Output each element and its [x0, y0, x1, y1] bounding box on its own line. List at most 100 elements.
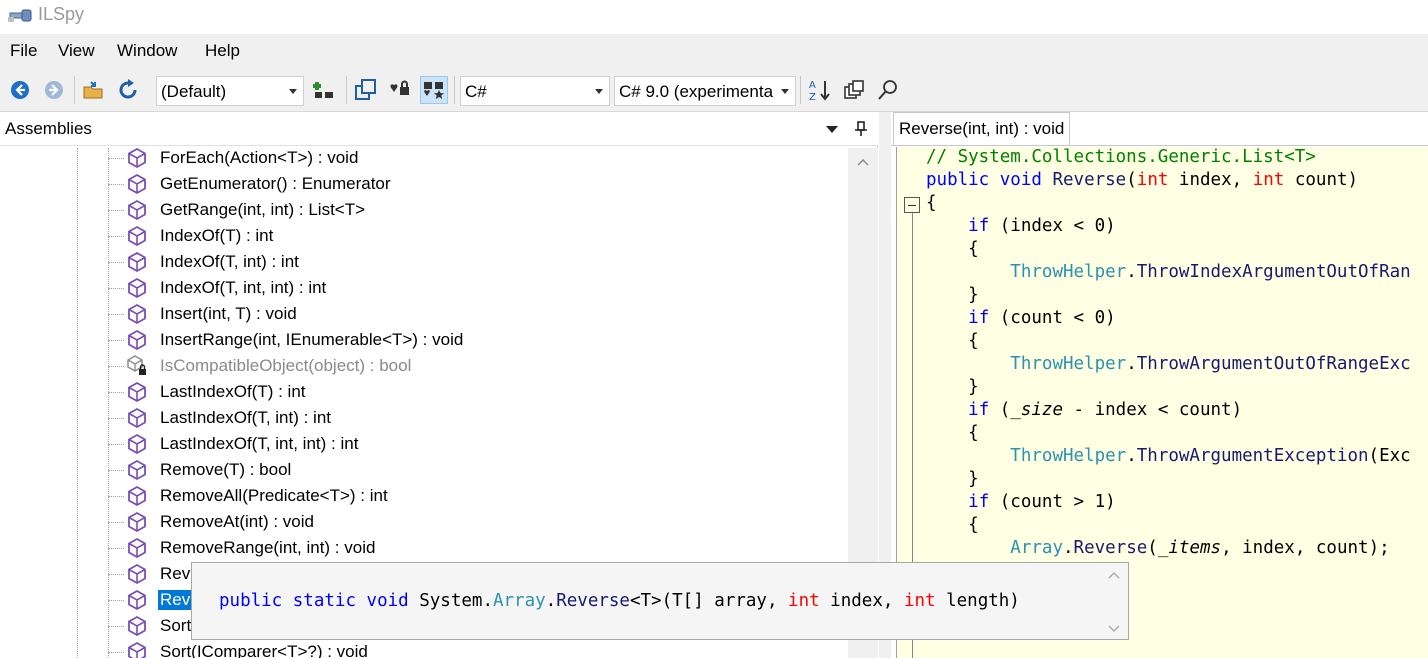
open-button[interactable]	[80, 76, 108, 104]
chevron-down-icon	[289, 89, 297, 94]
code-line: }	[926, 285, 979, 305]
language-version-select[interactable]: C# 9.0 (experimenta	[614, 76, 796, 106]
menu-help[interactable]: Help	[205, 41, 240, 61]
tree-item[interactable]: RemoveAt(int) : void	[0, 509, 848, 535]
search-icon	[878, 80, 897, 100]
assembly-list-value: (Default)	[161, 82, 227, 101]
tree-connector	[108, 314, 124, 315]
tree-item[interactable]: LastIndexOf(T, int, int) : int	[0, 431, 848, 457]
toolbar-separator	[74, 76, 75, 104]
tree-item-label: LastIndexOf(T, int, int) : int	[160, 434, 359, 453]
fold-toggle-icon[interactable]	[904, 197, 920, 213]
tree-item-label: RemoveRange(int, int) : void	[160, 538, 376, 557]
tree-item[interactable]: IndexOf(T, int) : int	[0, 249, 848, 275]
scroll-up-chevron-icon[interactable]	[857, 158, 869, 166]
code-line: // System.Collections.Generic.List<T>	[926, 147, 1316, 167]
code-line: ThrowHelper.ThrowIndexArgumentOutOfRan	[1010, 262, 1411, 282]
tree-item[interactable]: GetEnumerator() : Enumerator	[0, 171, 848, 197]
show-internal-api-button[interactable]	[386, 76, 414, 104]
tree-item[interactable]: IsCompatibleObject(object) : bool	[0, 353, 848, 379]
reload-button[interactable]	[114, 76, 142, 104]
ilspy-logo-icon	[8, 9, 32, 22]
method-icon	[126, 615, 148, 637]
collapse-all-button[interactable]	[352, 76, 380, 104]
code-line: public void Reverse(int index, int count…	[926, 170, 1359, 190]
manage-lists-icon	[313, 82, 333, 98]
new-window-button[interactable]	[840, 76, 868, 104]
method-icon	[126, 148, 148, 169]
tree-item-label: LastIndexOf(T, int) : int	[160, 408, 332, 427]
sort-button[interactable]: AZ	[806, 76, 834, 104]
tree-item-label: RemoveAt(int) : void	[160, 512, 314, 531]
windows-icon	[844, 80, 864, 99]
method-icon	[126, 173, 148, 195]
title-bar: ILSpy	[0, 0, 1428, 34]
show-all-api-button[interactable]	[420, 76, 448, 104]
tree-item-label: Remove(T) : bool	[160, 460, 292, 479]
language-value: C#	[465, 82, 487, 101]
method-icon	[126, 511, 148, 533]
pane-menu-chevron-icon[interactable]	[826, 126, 838, 133]
method-icon	[126, 641, 148, 658]
tree-item-label: InsertRange(int, IEnumerable<T>) : void	[160, 330, 464, 349]
code-line: {	[926, 239, 979, 259]
method-icon	[126, 537, 148, 559]
tree-item-label: IsCompatibleObject(object) : bool	[160, 356, 412, 375]
menu-view[interactable]: View	[58, 41, 95, 61]
tree-item[interactable]: ForEach(Action<T>) : void	[0, 148, 848, 171]
code-line: ThrowHelper.ThrowArgumentException(Exc	[1010, 446, 1411, 466]
forward-arrow-icon	[45, 81, 63, 99]
svg-text:A: A	[809, 80, 816, 91]
back-button[interactable]	[6, 76, 34, 104]
method-icon	[126, 459, 148, 481]
window-title: ILSpy	[38, 4, 85, 24]
tab-strip-border	[891, 145, 1428, 146]
menu-file[interactable]: File	[10, 41, 37, 61]
tree-connector	[108, 184, 124, 185]
tree-item[interactable]: Remove(T) : bool	[0, 457, 848, 483]
tree-item[interactable]: Sort(IComparer<T>?) : void	[0, 639, 848, 658]
tree-item[interactable]: IndexOf(T, int, int) : int	[0, 275, 848, 301]
sort-az-icon: AZ	[809, 80, 830, 102]
tree-connector	[108, 366, 124, 367]
tree-item[interactable]: IndexOf(T) : int	[0, 223, 848, 249]
forward-button[interactable]	[40, 76, 68, 104]
manage-assemblies-button[interactable]	[310, 76, 338, 104]
language-select[interactable]: C#	[460, 76, 610, 106]
toolbar: (Default) C# C# 9.0 (experimenta AZ	[0, 68, 1428, 112]
code-line: {	[926, 515, 979, 535]
chevron-down-icon[interactable]	[1108, 625, 1120, 633]
tree-item[interactable]: RemoveAll(Predicate<T>) : int	[0, 483, 848, 509]
private-method-icon	[126, 355, 148, 377]
chevron-down-icon	[781, 89, 789, 94]
tree-connector	[108, 158, 124, 159]
tree-item[interactable]: LastIndexOf(T) : int	[0, 379, 848, 405]
show-all-members-icon	[424, 82, 444, 99]
tree-connector	[108, 236, 124, 237]
signature-tooltip: public static void System.Array.Reverse<…	[191, 562, 1129, 640]
tree-item[interactable]: GetRange(int, int) : List<T>	[0, 197, 848, 223]
menu-window[interactable]: Window	[117, 41, 177, 61]
pin-icon[interactable]	[854, 121, 868, 137]
collapse-all-icon	[355, 79, 376, 100]
code-line: if (count < 0)	[968, 308, 1116, 328]
method-icon	[126, 381, 148, 403]
chevron-up-icon[interactable]	[1108, 571, 1120, 579]
chevron-down-icon	[595, 89, 603, 94]
tooltip-signature: public static void System.Array.Reverse<…	[219, 591, 1020, 611]
tree-item[interactable]: Insert(int, T) : void	[0, 301, 848, 327]
tree-item[interactable]: LastIndexOf(T, int) : int	[0, 405, 848, 431]
method-icon	[126, 277, 148, 299]
tree-item[interactable]: RemoveRange(int, int) : void	[0, 535, 848, 561]
open-folder-icon	[83, 81, 103, 99]
assembly-list-select[interactable]: (Default)	[156, 76, 304, 106]
tab-reverse[interactable]: Reverse(int, int) : void	[893, 112, 1071, 146]
lock-heart-icon	[390, 80, 409, 95]
method-icon	[126, 589, 148, 611]
method-icon	[126, 303, 148, 325]
search-button[interactable]	[874, 76, 902, 104]
reload-icon	[119, 79, 137, 99]
tree-item[interactable]: InsertRange(int, IEnumerable<T>) : void	[0, 327, 848, 353]
code-line: }	[926, 469, 979, 489]
tree-connector	[108, 392, 124, 393]
